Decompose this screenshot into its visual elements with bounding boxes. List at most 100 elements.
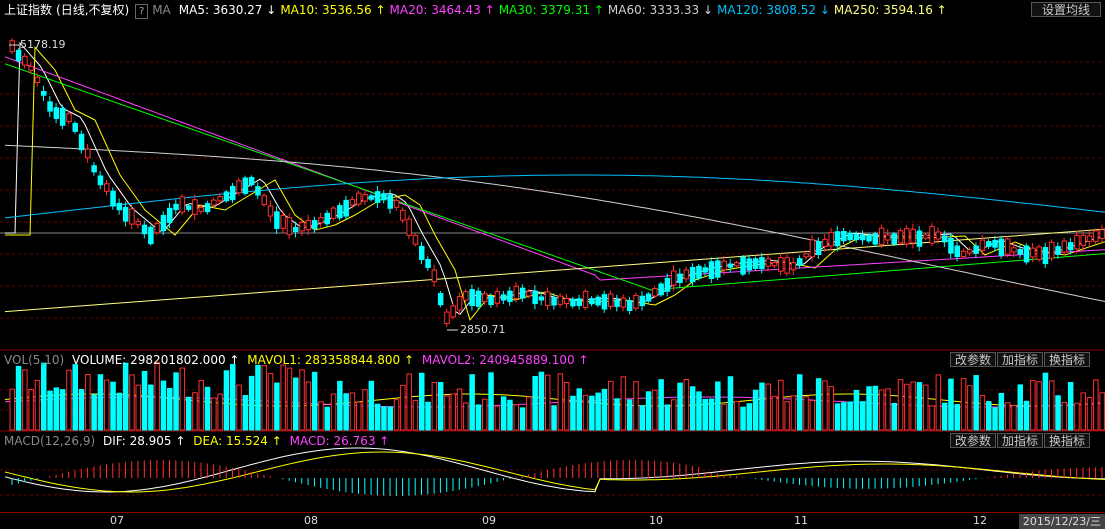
volume-bar	[1093, 379, 1099, 431]
candle-down	[954, 245, 960, 258]
volume-bar	[362, 389, 368, 431]
candle-down	[274, 211, 280, 229]
candle-up	[1061, 240, 1068, 253]
volume-bar	[444, 395, 450, 431]
candle-down	[595, 296, 601, 306]
volume-bar	[419, 372, 425, 431]
macd-add-indicator-button[interactable]: 加指标	[997, 433, 1044, 448]
volume-bar	[261, 365, 267, 431]
volume-bar	[248, 375, 255, 431]
macd-panel-name[interactable]: MACD(12,26,9)	[4, 434, 95, 448]
volume-bar	[406, 373, 412, 431]
volume-bar	[412, 399, 419, 431]
volume-bar	[759, 382, 765, 431]
volume-bar	[135, 384, 141, 431]
candle-down	[841, 230, 847, 242]
month-label-09: 09	[482, 514, 496, 527]
volume-bar	[173, 372, 179, 431]
vol-switch-indicator-button[interactable]: 换指标	[1044, 352, 1091, 367]
candle-down	[160, 214, 167, 232]
volume-bar	[500, 396, 507, 431]
candle-down	[538, 296, 545, 301]
volume-bar	[897, 379, 904, 431]
volume-bar	[59, 389, 66, 431]
volume-bars	[9, 361, 1105, 431]
candle-up	[192, 199, 198, 215]
volume-bar	[179, 367, 186, 431]
candle-up	[286, 217, 293, 236]
candle-down	[311, 220, 318, 230]
candle-up	[633, 295, 639, 309]
candle-up	[929, 225, 935, 244]
volume-bar	[116, 392, 123, 431]
candle-down	[1067, 242, 1074, 251]
volume-bar	[148, 384, 154, 431]
volume-bar	[85, 373, 91, 431]
volume-bar	[809, 399, 816, 431]
volume-bar	[626, 399, 633, 431]
candle-down	[860, 234, 866, 241]
candle-up	[129, 208, 135, 225]
candle-down	[891, 233, 897, 245]
volume-bar	[841, 402, 847, 431]
candle-down	[475, 290, 482, 307]
volume-bar	[41, 362, 47, 431]
candle-up	[463, 291, 469, 301]
vol-edit-params-button[interactable]: 改参数	[950, 352, 997, 367]
volume-bar	[456, 388, 463, 431]
candle-down	[639, 295, 645, 307]
candle-up	[904, 228, 910, 245]
volume-bar	[891, 403, 897, 431]
candle-down	[167, 207, 173, 223]
candle-down	[1042, 247, 1049, 265]
volume-bar	[860, 401, 866, 431]
candle-up	[1004, 238, 1011, 255]
volume-bar	[589, 395, 595, 431]
candle-up	[494, 291, 501, 304]
candle-up	[34, 76, 41, 83]
volume-bar	[204, 386, 211, 431]
candle-down	[941, 235, 948, 243]
candle-down	[626, 300, 633, 312]
volume-bar	[545, 374, 551, 431]
volume-bar	[400, 384, 406, 431]
volume-bar	[570, 395, 576, 431]
candle-up	[211, 199, 217, 206]
x-axis: 07 08 09 10 11 12 2015/12/23/三	[0, 512, 1105, 529]
volume-bar	[110, 381, 116, 431]
candle-down	[570, 298, 576, 307]
volume-bar	[595, 392, 601, 431]
candle-up	[356, 192, 362, 205]
volume-bar	[828, 386, 834, 431]
vol-panel-name[interactable]: VOL(5,10)	[4, 353, 64, 367]
volume-bar	[167, 387, 173, 431]
volume-bar	[872, 385, 879, 431]
candle-up	[897, 230, 904, 244]
candle-down	[337, 205, 343, 219]
volume-bar	[519, 407, 526, 431]
volume-bar	[198, 379, 204, 431]
volume-bar	[393, 399, 400, 431]
candle-down	[293, 227, 299, 233]
candle-down	[872, 233, 879, 245]
macd-switch-indicator-button[interactable]: 换指标	[1044, 433, 1091, 448]
volume-bar	[608, 380, 614, 431]
ma30-line	[4, 63, 1105, 291]
volume-bar	[293, 377, 299, 431]
volume-bar	[1086, 396, 1093, 431]
volume-bar	[708, 398, 715, 431]
volume-bar	[274, 382, 280, 431]
volume-bar	[986, 401, 992, 431]
macd-edit-params-button[interactable]: 改参数	[950, 433, 997, 448]
candle-up	[778, 257, 784, 272]
candle-up	[456, 296, 463, 311]
volume-bar	[639, 405, 645, 431]
candle-down	[992, 239, 998, 248]
volume-bar	[935, 374, 942, 431]
vol-add-indicator-button[interactable]: 加指标	[997, 352, 1044, 367]
volume-bar	[91, 394, 97, 431]
volume-bar	[425, 401, 431, 431]
candle-down	[834, 231, 841, 247]
volume-bar	[815, 378, 822, 431]
volume-bar	[1042, 372, 1049, 431]
